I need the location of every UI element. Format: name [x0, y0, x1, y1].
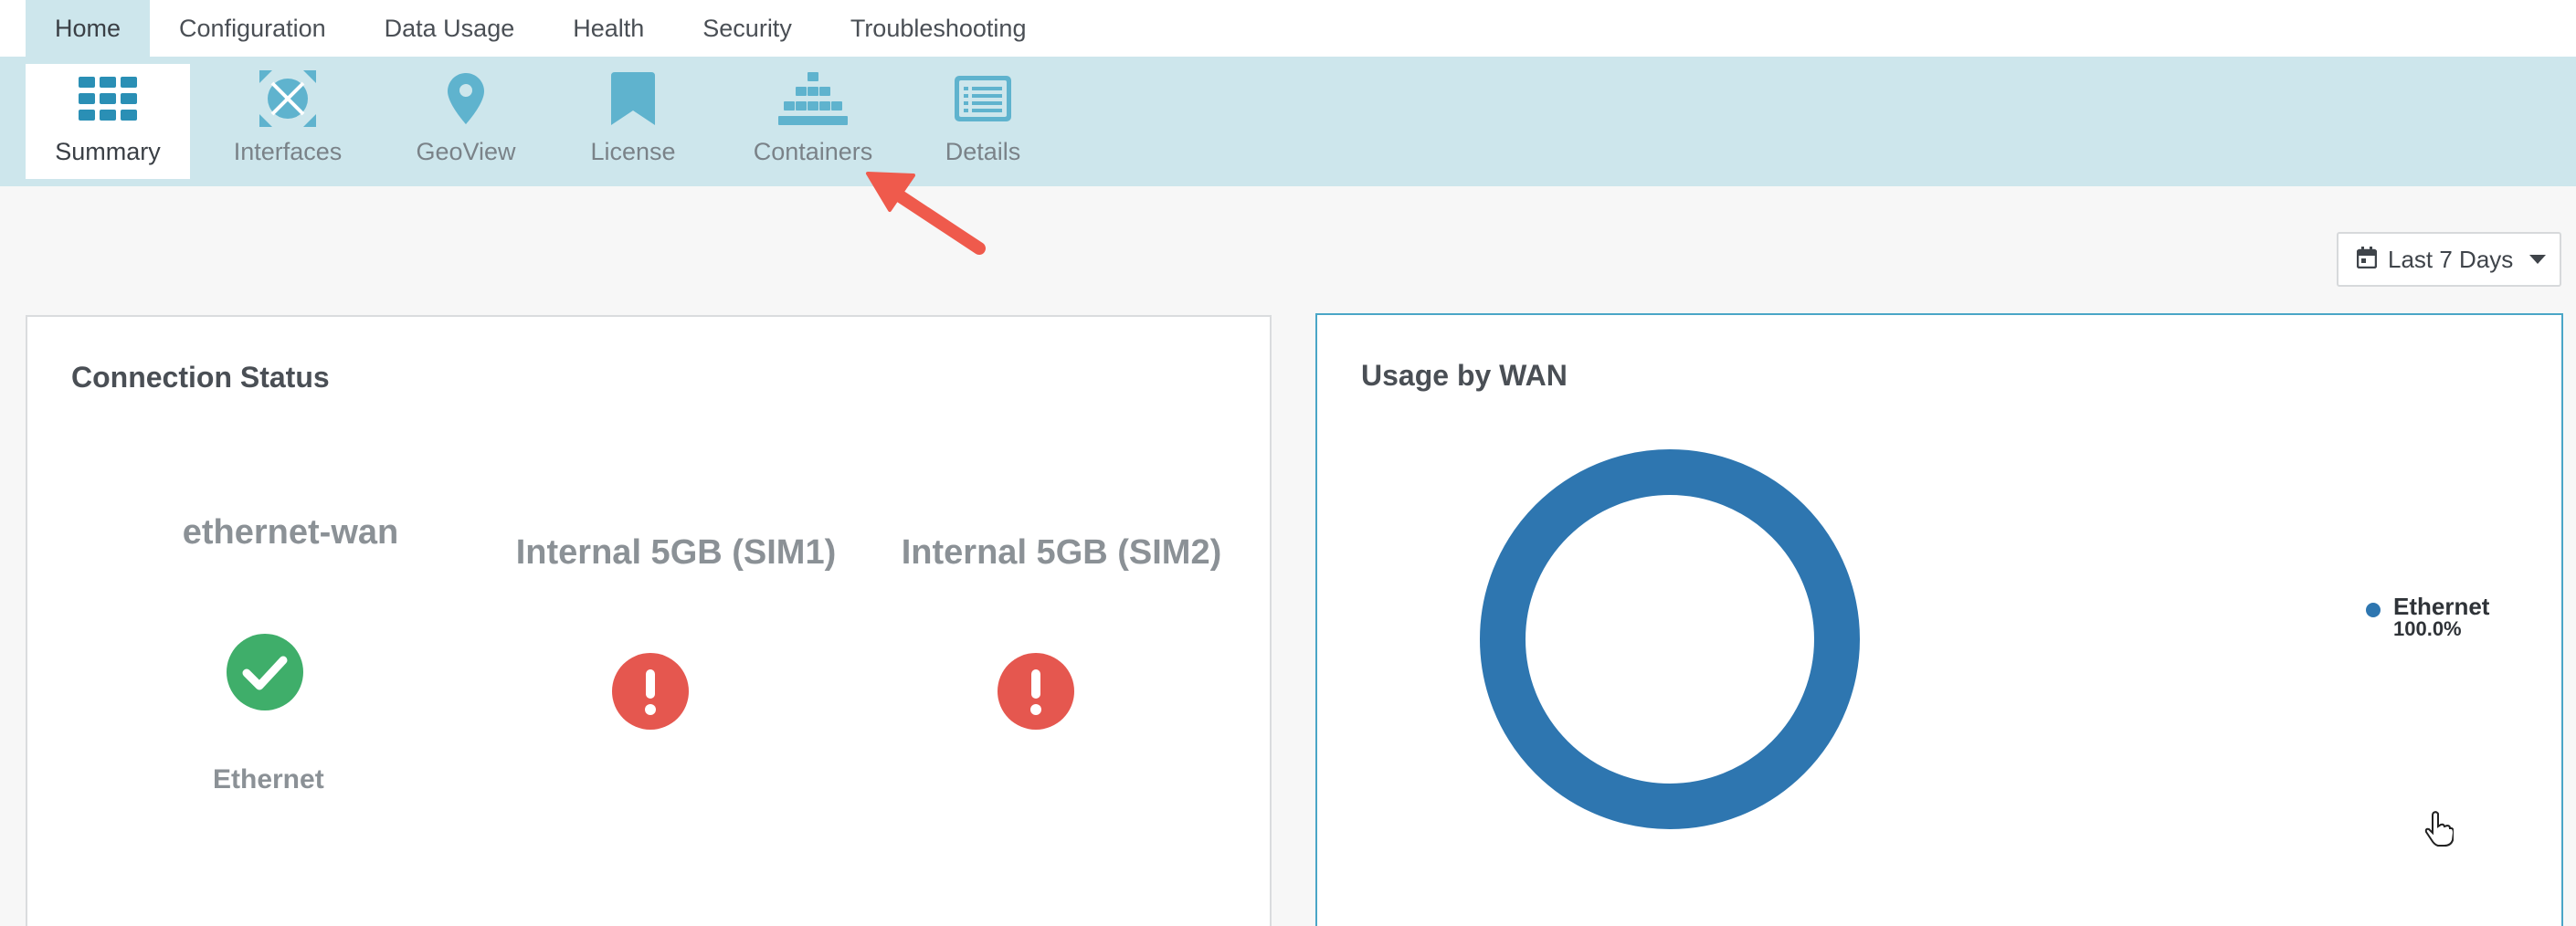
connection-sim1: Internal 5GB (SIM1): [484, 533, 868, 573]
tab-health[interactable]: Health: [544, 0, 673, 57]
alert-circle-icon: [998, 653, 1074, 730]
connection-type: Ethernet: [213, 764, 324, 794]
top-nav: Home Configuration Data Usage Health Sec…: [0, 0, 2576, 57]
sub-nav: Summary Interfaces GeoView License Conta…: [0, 57, 2576, 186]
tab-security[interactable]: Security: [673, 0, 821, 57]
subtab-label: License: [590, 138, 676, 165]
subtab-summary[interactable]: Summary: [26, 64, 190, 179]
chevron-down-icon: [2529, 255, 2547, 264]
bookmark-icon: [611, 70, 655, 127]
interfaces-icon: [259, 70, 316, 127]
alert-circle-icon: [612, 653, 689, 730]
connection-name: ethernet-wan: [182, 513, 399, 552]
subtab-label: GeoView: [416, 138, 516, 165]
legend-swatch: [2366, 603, 2381, 617]
connection-ethernet-wan: ethernet-wan: [99, 513, 482, 552]
connection-status-card: Connection Status ethernet-wan Ethernet …: [26, 315, 1272, 926]
check-circle-icon: [227, 634, 303, 710]
subtab-label: Containers: [753, 138, 873, 165]
card-title: Usage by WAN: [1361, 359, 1568, 392]
connection-name: Internal 5GB (SIM1): [515, 533, 837, 572]
usage-donut-chart: [1480, 449, 1860, 829]
tab-configuration[interactable]: Configuration: [150, 0, 355, 57]
subtab-label: Details: [945, 138, 1021, 165]
subtab-label: Interfaces: [233, 138, 343, 165]
annotation-arrow: [866, 172, 986, 255]
subtab-interfaces[interactable]: Interfaces: [219, 64, 356, 179]
subtab-license[interactable]: License: [569, 64, 697, 179]
connection-sim2: Internal 5GB (SIM2): [870, 533, 1253, 573]
chart-legend: Ethernet 100.0%: [2366, 594, 2489, 639]
grid-icon: [79, 70, 137, 127]
calendar-icon: [2356, 246, 2378, 273]
connection-name: Internal 5GB (SIM2): [901, 533, 1222, 572]
subtab-details[interactable]: Details: [919, 64, 1047, 179]
tab-home[interactable]: Home: [26, 0, 151, 57]
subtab-containers[interactable]: Containers: [740, 64, 886, 179]
details-list-icon: [955, 70, 1011, 127]
containers-icon: [778, 70, 848, 127]
tab-data-usage[interactable]: Data Usage: [355, 0, 544, 57]
card-title: Connection Status: [71, 361, 330, 394]
date-range-dropdown[interactable]: Last 7 Days: [2337, 232, 2561, 287]
date-range-label: Last 7 Days: [2388, 245, 2514, 273]
hand-cursor-icon: [2424, 811, 2454, 847]
tab-troubleshooting[interactable]: Troubleshooting: [821, 0, 1056, 57]
legend-label: Ethernet: [2393, 593, 2490, 620]
legend-percent: 100.0%: [2393, 617, 2462, 640]
donut-slice-ethernet[interactable]: [1480, 449, 1860, 829]
map-pin-icon: [448, 70, 484, 127]
subtab-label: Summary: [55, 138, 161, 165]
subtab-geoview[interactable]: GeoView: [402, 64, 530, 179]
